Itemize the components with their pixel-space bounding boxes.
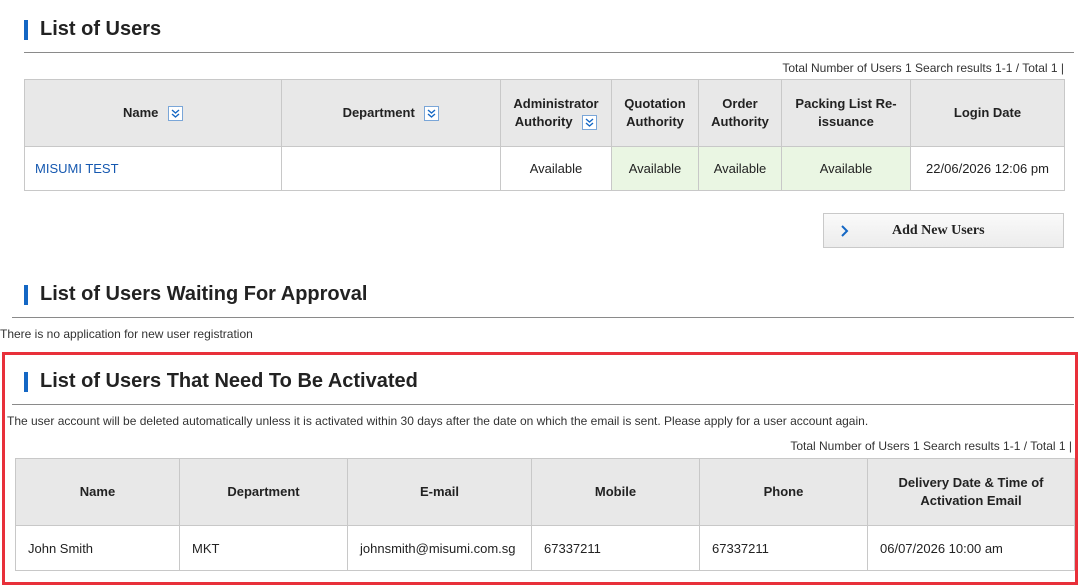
order-authority-cell: Available	[698, 146, 782, 191]
col-department: Department	[281, 79, 501, 147]
pending-name-cell: John Smith	[15, 525, 180, 571]
col-email: E-mail	[347, 458, 532, 526]
col-login-date: Login Date	[910, 79, 1065, 147]
activation-section-title: List of Users That Need To Be Activated	[24, 370, 418, 393]
table-row: John Smith MKT johnsmith@misumi.com.sg 6…	[15, 525, 1075, 571]
users-table: Name Department Administrator Authority …	[24, 79, 1065, 191]
col-delivery-datetime: Delivery Date & Time of Activation Email	[867, 458, 1075, 526]
approval-title-text: List of Users Waiting For Approval	[40, 283, 368, 305]
user-department-cell	[281, 146, 501, 191]
table-row: MISUMI TEST Available Available Availabl…	[24, 146, 1065, 191]
col-quotation-authority: Quotation Authority	[611, 79, 699, 147]
col-phone: Phone	[699, 458, 868, 526]
approval-section-title: List of Users Waiting For Approval	[24, 283, 367, 306]
col-packing-reissuance: Packing List Re-issuance	[781, 79, 911, 147]
users-table-header: Name Department Administrator Authority …	[24, 79, 1065, 147]
activation-table: Name Department E-mail Mobile Phone Deli…	[15, 458, 1075, 571]
quotation-authority-cell: Available	[611, 146, 699, 191]
col-mobile: Mobile	[531, 458, 700, 526]
col-department-label: Department	[342, 105, 415, 120]
users-title-text: List of Users	[40, 18, 162, 40]
admin-authority-cell: Available	[500, 146, 612, 191]
pending-department-cell: MKT	[179, 525, 348, 571]
users-result-summary: Total Number of Users 1 Search results 1…	[782, 61, 1064, 75]
col-name-label: Name	[122, 105, 159, 120]
sort-department-icon[interactable]	[424, 106, 440, 122]
add-new-users-label: Add New Users	[892, 222, 985, 238]
activation-title-text: List of Users That Need To Be Activated	[40, 370, 418, 392]
title-accent-bar	[24, 371, 28, 392]
col-department: Department	[179, 458, 348, 526]
chevron-right-icon	[841, 224, 849, 237]
col-admin-authority: Administrator Authority	[500, 79, 612, 147]
pending-email-cell: johnsmith@misumi.com.sg	[347, 525, 532, 571]
approval-empty-message: There is no application for new user reg…	[0, 327, 253, 341]
col-order-authority: Order Authority	[698, 79, 782, 147]
sort-name-icon[interactable]	[168, 106, 184, 122]
activation-result-summary: Total Number of Users 1 Search results 1…	[790, 439, 1072, 453]
user-name-link[interactable]: MISUMI TEST	[24, 146, 282, 191]
approval-title-divider	[12, 317, 1074, 318]
col-name: Name	[24, 79, 282, 147]
title-accent-bar	[24, 284, 28, 305]
users-title-divider	[24, 52, 1074, 53]
packing-reissuance-cell: Available	[781, 146, 911, 191]
pending-phone-cell: 67337211	[699, 525, 868, 571]
pending-mobile-cell: 67337211	[531, 525, 700, 571]
activation-title-divider	[12, 404, 1074, 405]
title-accent-bar	[24, 19, 28, 40]
sort-admin-authority-icon[interactable]	[582, 115, 598, 131]
login-date-cell: 22/06/2026 12:06 pm	[910, 146, 1065, 191]
pending-delivery-cell: 06/07/2026 10:00 am	[867, 525, 1075, 571]
activation-notice: The user account will be deleted automat…	[7, 414, 869, 428]
col-name: Name	[15, 458, 180, 526]
activation-table-header: Name Department E-mail Mobile Phone Deli…	[15, 458, 1075, 526]
users-section-title: List of Users	[24, 18, 161, 41]
add-new-users-button[interactable]: Add New Users	[823, 213, 1064, 248]
